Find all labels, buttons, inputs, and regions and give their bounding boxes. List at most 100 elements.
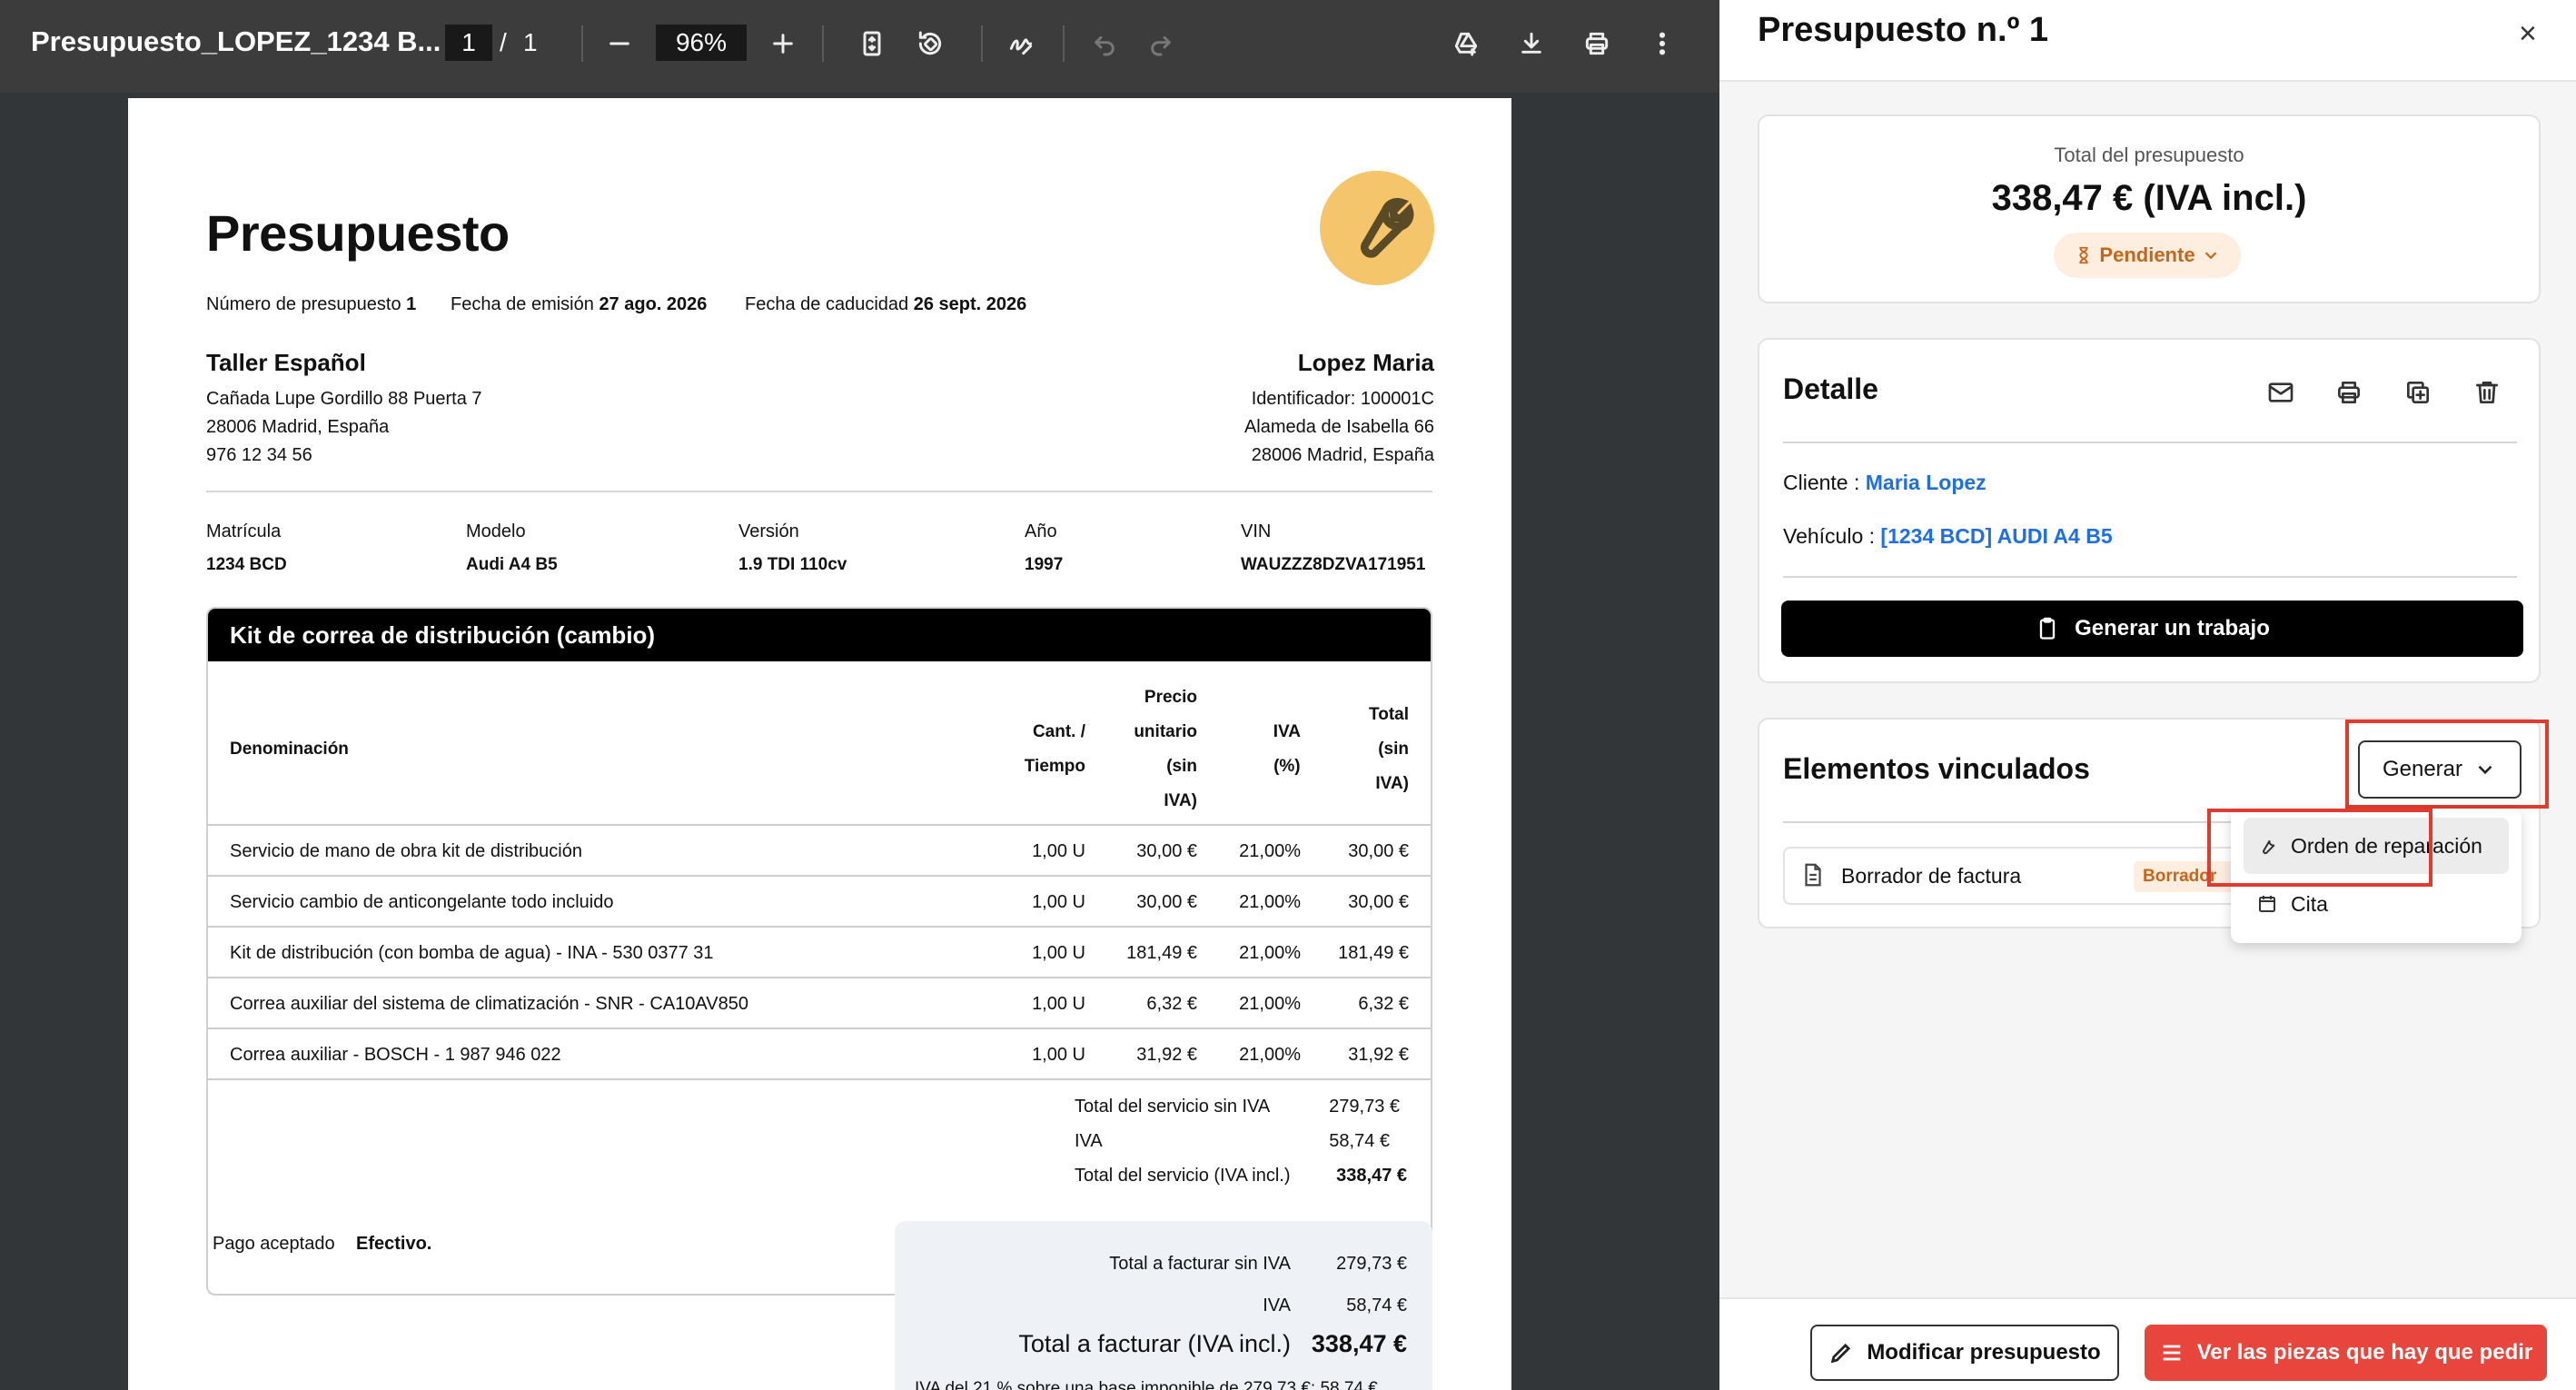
row-name: Servicio cambio de anticongelante todo i… [230, 892, 614, 912]
divider [1783, 442, 2517, 443]
row-qty: 1,00 U [1032, 994, 1085, 1014]
payment-label: Pago aceptado [213, 1234, 335, 1254]
wrench-logo-icon [1320, 171, 1434, 285]
chevron-down-icon [2204, 252, 2216, 260]
document-title: Presupuesto [206, 204, 510, 262]
row-qty: 1,00 U [1032, 1045, 1085, 1065]
email-icon[interactable] [2261, 372, 2301, 412]
divider [206, 491, 1432, 492]
generate-job-button[interactable]: Generar un trabajo [1781, 601, 2523, 657]
view-parts-button[interactable]: Ver las piezas que hay que pedir [2145, 1325, 2547, 1381]
close-icon[interactable]: × [2519, 16, 2537, 52]
pencil-icon [1831, 1343, 1851, 1364]
total-gross-label: Total a facturar (IVA incl.) [1018, 1330, 1291, 1357]
totals-box: Total a facturar sin IVA 279,73 € IVA 58… [895, 1221, 1432, 1390]
vehicle-label-version: Versión [738, 521, 799, 541]
col-header-qty: Cant. / Tiempo [1024, 722, 1085, 776]
pdf-toolbar: Presupuesto_LOPEZ_1234 B... 1 / 1 96% [0, 0, 1719, 93]
vehicle-label-year: Año [1025, 521, 1057, 541]
expiry-date: Fecha de caducidad 26 sept. 2026 [745, 294, 1027, 314]
panel-footer: Modificar presupuesto Ver las piezas que… [1719, 1297, 2576, 1390]
client-address: Alameda de Isabella 66 [1243, 417, 1434, 437]
table-row: Correa auxiliar del sistema de climatiza… [208, 977, 1431, 1028]
duplicate-icon[interactable] [2398, 372, 2438, 412]
zoom-level[interactable]: 96% [656, 25, 747, 61]
status-label: Pendiente [2099, 243, 2195, 266]
subtotal-total-label: Total del servicio (IVA incl.) [1075, 1166, 1291, 1186]
subtotal-label: Total del servicio sin IVA [1075, 1097, 1271, 1117]
save-to-drive-icon[interactable] [1446, 24, 1486, 64]
highlight-box [2207, 809, 2432, 887]
generate-job-label: Generar un trabajo [2075, 616, 2270, 640]
pdf-page: Presupuesto Número de presupuesto 1 Fech… [128, 98, 1511, 1390]
vehicle-label-model: Modelo [466, 521, 526, 541]
subtotal-vat-label: IVA [1075, 1131, 1103, 1151]
page-number-input[interactable]: 1 [445, 25, 492, 61]
rotate-icon[interactable] [910, 24, 950, 64]
linked-title: Elementos vinculados [1783, 752, 2090, 785]
list-icon [2163, 1345, 2181, 1361]
quote-number: Número de presupuesto 1 [206, 294, 417, 314]
menu-item-label: Cita [2291, 891, 2328, 916]
toolbar-divider [581, 25, 583, 62]
client-city: 28006 Madrid, España [1251, 445, 1434, 465]
print-icon[interactable] [1577, 24, 1617, 64]
redo-icon[interactable] [1141, 24, 1181, 64]
panel-title: Presupuesto n.º 1 [1758, 11, 2049, 49]
client-link[interactable]: Maria Lopez [1866, 471, 1986, 494]
client-row: Cliente : Maria Lopez [1783, 471, 1986, 495]
vehicle-link[interactable]: [1234 BCD] AUDI A4 B5 [1880, 524, 2112, 548]
workshop-city: 28006 Madrid, España [206, 417, 390, 437]
vehicle-version: 1.9 TDI 110cv [738, 555, 847, 574]
zoom-out-icon[interactable] [599, 24, 639, 64]
undo-icon[interactable] [1085, 24, 1125, 64]
linked-item-label: Borrador de factura [1841, 864, 2022, 888]
section-title: Kit de correa de distribución (cambio) [208, 609, 1431, 661]
vehicle-model: Audi A4 B5 [466, 555, 558, 574]
trash-icon[interactable] [2467, 372, 2507, 412]
detail-title: Detalle [1783, 372, 1878, 405]
vehicle-row: Vehículo : [1234 BCD] AUDI A4 B5 [1783, 524, 2113, 549]
download-icon[interactable] [1511, 24, 1551, 64]
row-name: Correa auxiliar - BOSCH - 1 987 946 022 [230, 1045, 561, 1065]
vehicle-label-plate: Matrícula [206, 521, 282, 541]
draw-icon[interactable] [1001, 24, 1041, 64]
col-header-name: Denominación [230, 740, 349, 759]
toolbar-divider [1063, 25, 1065, 62]
more-options-icon[interactable] [1642, 24, 1682, 64]
client-name: Lopez Maria [1297, 349, 1434, 376]
print-icon[interactable] [2329, 372, 2369, 412]
workshop-address: Cañada Lupe Gordillo 88 Puerta 7 [206, 389, 482, 409]
table-row: Kit de distribución (con bomba de agua) … [208, 926, 1431, 977]
row-vat: 21,00% [1239, 1045, 1301, 1065]
table-row: Correa auxiliar - BOSCH - 1 987 946 022 … [208, 1028, 1431, 1078]
toolbar-divider [981, 25, 983, 62]
total-card: Total del presupuesto 338,47 € (IVA incl… [1758, 114, 2541, 303]
vehicle-label: Vehículo : [1783, 524, 1876, 548]
subtotal-total-value: 338,47 € [1336, 1166, 1407, 1186]
col-header-vat: IVA (%) [1273, 722, 1301, 776]
status-dropdown[interactable]: Pendiente [2054, 233, 2241, 278]
total-value: 338,47 € (IVA incl.) [1991, 178, 2307, 218]
row-vat: 21,00% [1239, 841, 1301, 861]
parts-label: Ver las piezas que hay que pedir [2196, 1340, 2533, 1365]
modify-quote-button[interactable]: Modificar presupuesto [1810, 1325, 2119, 1381]
row-total: 181,49 € [1338, 943, 1409, 963]
workshop-name: Taller Español [206, 349, 366, 376]
row-price: 30,00 € [1136, 892, 1197, 912]
col-header-price: Precio unitario (sin IVA) [1134, 688, 1197, 810]
document-icon [1805, 863, 1821, 887]
fit-page-icon[interactable] [852, 24, 892, 64]
workshop-phone: 976 12 34 56 [206, 445, 312, 465]
row-qty: 1,00 U [1032, 943, 1085, 963]
row-price: 6,32 € [1146, 994, 1197, 1014]
total-vat-value: 58,74 € [1346, 1296, 1407, 1316]
row-total: 6,32 € [1358, 994, 1409, 1014]
zoom-in-icon[interactable] [763, 24, 803, 64]
row-vat: 21,00% [1239, 943, 1301, 963]
client-label: Cliente : [1783, 471, 1860, 494]
vehicle-year: 1997 [1025, 555, 1064, 574]
vat-footnote: IVA del 21 % sobre una base imponible de… [915, 1379, 1378, 1390]
row-name: Kit de distribución (con bomba de agua) … [230, 943, 714, 963]
total-gross-value: 338,47 € [1311, 1330, 1407, 1357]
